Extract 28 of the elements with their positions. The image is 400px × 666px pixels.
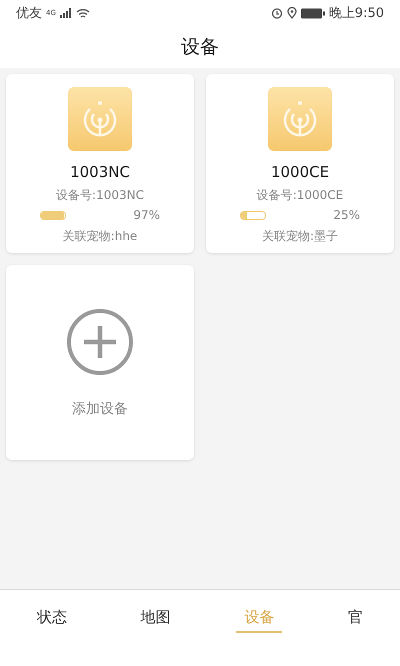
device-name: 1000CE bbox=[270, 163, 330, 181]
linked-pet: 关联宠物:墨子 bbox=[262, 228, 338, 245]
tracker-icon bbox=[268, 87, 332, 151]
alarm-icon bbox=[270, 7, 283, 19]
signal-icon bbox=[60, 8, 72, 18]
nav-tab[interactable]: 状态 bbox=[28, 608, 75, 631]
add-icon bbox=[66, 308, 134, 376]
tracker-icon bbox=[68, 87, 132, 151]
page-title: 设备 bbox=[181, 35, 219, 60]
carrier-name: 优友 bbox=[16, 5, 42, 22]
nav-tab[interactable]: 官 bbox=[340, 608, 372, 631]
add-device-card[interactable]: 添加设备 bbox=[6, 265, 194, 460]
battery-percent: 25% bbox=[333, 208, 360, 222]
battery-bar bbox=[40, 210, 66, 220]
nav-tab[interactable]: 地图 bbox=[132, 608, 179, 631]
battery-icon bbox=[300, 8, 325, 18]
device-number: 设备号:1003NC bbox=[56, 187, 144, 204]
linked-pet: 关联宠物:hhe bbox=[62, 228, 138, 245]
add-device-label: 添加设备 bbox=[72, 400, 128, 418]
battery-percent: 97% bbox=[133, 208, 160, 222]
device-number: 设备号:1000CE bbox=[256, 187, 344, 204]
wifi-icon bbox=[76, 8, 90, 18]
battery-bar bbox=[240, 210, 266, 220]
location-icon bbox=[286, 7, 297, 19]
device-name: 1003NC bbox=[70, 163, 130, 181]
device-card[interactable]: 1003NC 设备号:1003NC 97% 关联宠物:hhe bbox=[6, 74, 194, 253]
device-card[interactable]: 1000CE 设备号:1000CE 25% 关联宠物:墨子 bbox=[206, 74, 394, 253]
clock-time: 晚上9:50 bbox=[328, 5, 384, 22]
